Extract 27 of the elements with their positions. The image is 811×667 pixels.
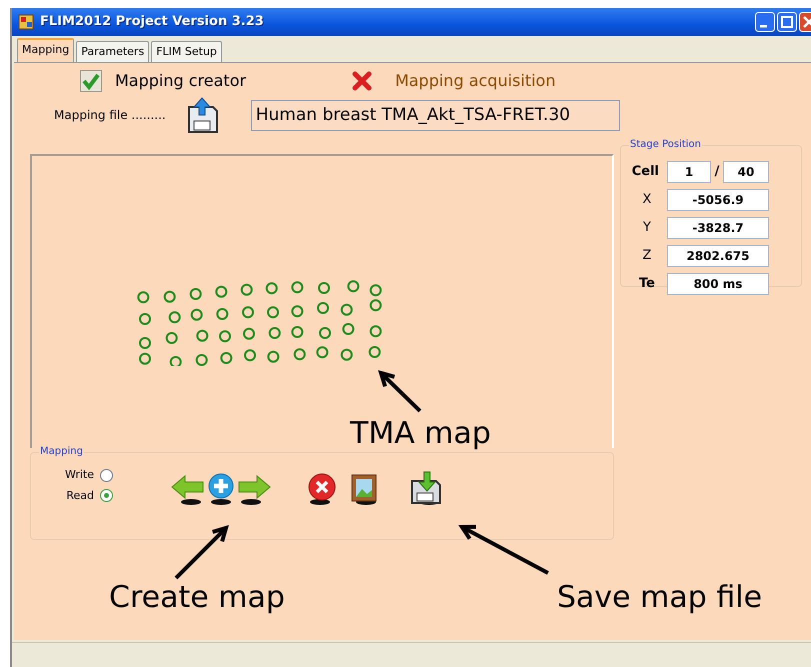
field-label: Cell xyxy=(630,163,659,182)
group-title: Mapping xyxy=(39,445,84,458)
tab[interactable]: Mapping xyxy=(17,38,74,62)
value-field[interactable]: -5056.9 xyxy=(667,189,769,211)
status-label: Mapping acquisition xyxy=(395,70,556,92)
group-title: Stage Position xyxy=(629,138,702,151)
cell-total-field[interactable]: 40 xyxy=(723,161,769,183)
status-label: Mapping creator xyxy=(115,70,246,92)
annotation-label: Create map xyxy=(109,580,285,616)
cell-field[interactable]: 1 xyxy=(667,161,711,183)
field-label: Y xyxy=(642,219,652,238)
value-field[interactable]: -3828.7 xyxy=(667,217,769,239)
radio-label: Read xyxy=(66,488,94,504)
value-field[interactable]: 2802.675 xyxy=(667,245,769,267)
file-name-field[interactable]: Human breast TMA_Akt_TSA-FRET.30 xyxy=(250,100,620,130)
mapping-file-label: Mapping file ......... xyxy=(54,107,166,124)
tab[interactable]: Parameters xyxy=(76,41,150,62)
annotation-label: Save map file xyxy=(557,580,762,616)
window-title: FLIM2012 Project Version 3.23 xyxy=(40,13,264,32)
field-label: X xyxy=(642,191,652,210)
separator: / xyxy=(714,163,720,182)
tab[interactable]: FLIM Setup xyxy=(151,41,222,62)
value-field[interactable]: 800 ms xyxy=(667,273,769,295)
annotation-label: TMA map xyxy=(350,416,491,452)
field-label: Te xyxy=(638,275,656,294)
radio-label: Write xyxy=(64,467,94,483)
field-label: Z xyxy=(642,247,652,266)
